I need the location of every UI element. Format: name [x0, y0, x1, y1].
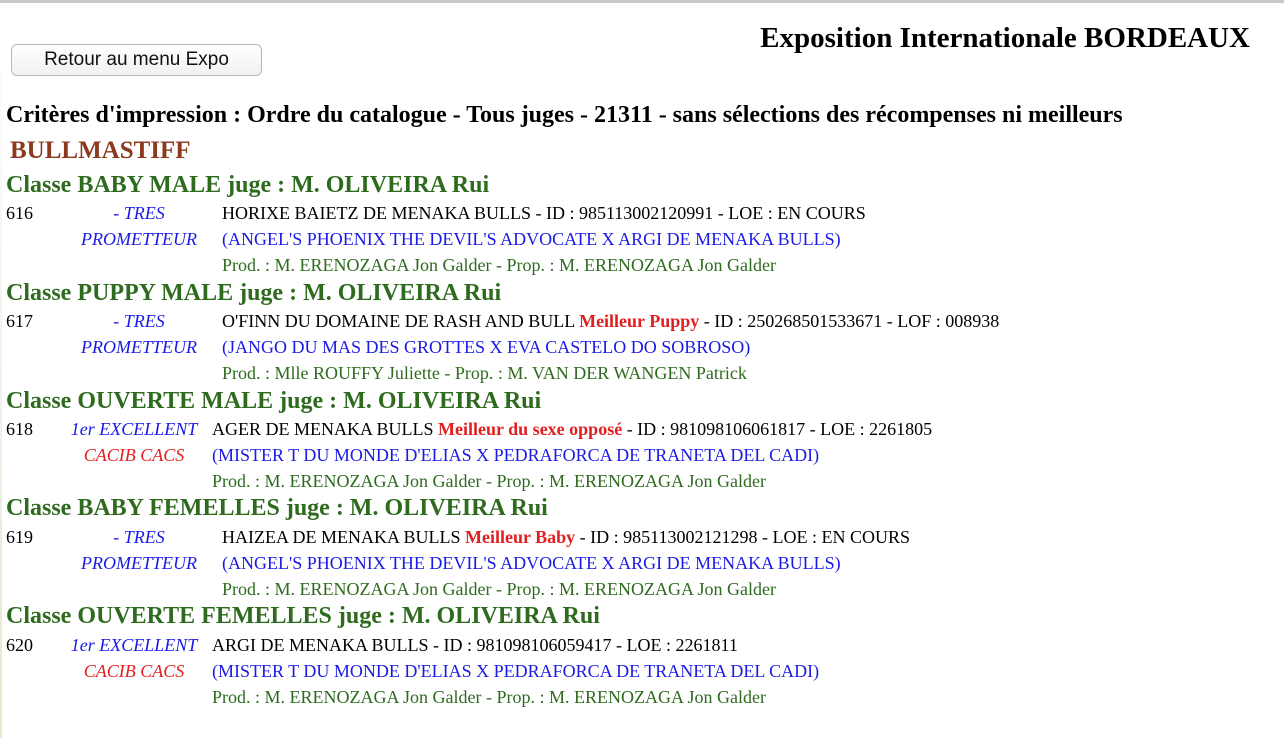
entry-grade: - TRES: [113, 527, 165, 547]
dog-id: - ID : 981098106059417 - LOE : 2261811: [433, 635, 738, 655]
entry-qualification: CACIB CACS: [83, 661, 185, 681]
dog-parents: (MISTER T DU MONDE D'ELIAS X PEDRAFORCA …: [212, 445, 820, 465]
breed-title: BULLMASTIFF: [10, 137, 191, 164]
print-criteria: Critères d'impression : Ordre du catalog…: [6, 102, 1123, 128]
page-title: Exposition Internationale BORDEAUX: [760, 22, 1250, 54]
dog-parents: (ANGEL'S PHOENIX THE DEVIL'S ADVOCATE X …: [222, 553, 841, 573]
entry-dog-line: HAIZEA DE MENAKA BULLS Meilleur Baby - I…: [222, 527, 910, 547]
award-label: Meilleur Puppy: [579, 311, 700, 331]
window-top-border: [0, 0, 1284, 3]
dog-id: - ID : 250268501533671 - LOF : 008938: [699, 311, 1000, 331]
entry-dog-line: HORIXE BAIETZ DE MENAKA BULLS - ID : 985…: [222, 203, 866, 223]
producer-owner: Prod. : M. ERENOZAGA Jon Galder - Prop. …: [222, 579, 776, 599]
dog-name: HAIZEA DE MENAKA BULLS: [222, 527, 465, 547]
producer-owner: Prod. : M. ERENOZAGA Jon Galder - Prop. …: [222, 255, 776, 275]
catalog-entry: 617 - TRES PROMETTEUR O'FINN DU DOMAINE …: [0, 308, 1284, 386]
class-title: Classe PUPPY MALE juge : M. OLIVEIRA Rui: [6, 280, 502, 306]
producer-owner: Prod. : M. ERENOZAGA Jon Galder - Prop. …: [212, 687, 766, 707]
dog-name: ARGI DE MENAKA BULLS: [212, 635, 434, 655]
dog-name: O'FINN DU DOMAINE DE RASH AND BULL: [222, 311, 580, 331]
entry-grade: - TRES: [113, 203, 165, 223]
entry-qualification: PROMETTEUR: [81, 553, 197, 573]
entry-qualification: CACIB CACS: [83, 445, 185, 465]
dog-parents: (JANGO DU MAS DES GROTTES X EVA CASTELO …: [222, 337, 751, 357]
catalog-entry: 618 1er EXCELLENT CACIB CACS AGER DE MEN…: [0, 416, 1284, 494]
award-label: Meilleur du sexe opposé: [438, 419, 623, 439]
class-title: Classe BABY FEMELLES juge : M. OLIVEIRA …: [6, 495, 548, 521]
class-title: Classe BABY MALE juge : M. OLIVEIRA Rui: [6, 172, 490, 198]
dog-name: AGER DE MENAKA BULLS: [212, 419, 434, 439]
entry-dog-line: O'FINN DU DOMAINE DE RASH AND BULL Meill…: [222, 311, 999, 331]
dog-parents: (MISTER T DU MONDE D'ELIAS X PEDRAFORCA …: [212, 661, 820, 681]
entry-grade: 1er EXCELLENT: [70, 419, 198, 439]
catalog-entry: 619 - TRES PROMETTEUR HAIZEA DE MENAKA B…: [0, 524, 1284, 602]
producer-owner: Prod. : Mlle ROUFFY Juliette - Prop. : M…: [222, 363, 747, 383]
entry-number: 618: [6, 419, 33, 439]
back-to-menu-button[interactable]: Retour au menu Expo: [11, 44, 262, 76]
entry-number: 616: [6, 203, 33, 223]
catalog-entry: 620 1er EXCELLENT CACIB CACS ARGI DE MEN…: [0, 632, 1284, 710]
dog-id: - ID : 981098106061817 - LOE : 2261805: [622, 419, 933, 439]
catalog-entry: 616 - TRES PROMETTEUR HORIXE BAIETZ DE M…: [0, 200, 1284, 278]
entry-dog-line: AGER DE MENAKA BULLS Meilleur du sexe op…: [212, 419, 932, 439]
entry-grade: 1er EXCELLENT: [70, 635, 198, 655]
class-title: Classe OUVERTE MALE juge : M. OLIVEIRA R…: [6, 388, 542, 414]
entry-grade: - TRES: [113, 311, 165, 331]
entry-number: 620: [6, 635, 33, 655]
entry-number: 619: [6, 527, 33, 547]
award-label: Meilleur Baby: [465, 527, 576, 547]
entry-dog-line: ARGI DE MENAKA BULLS - ID : 981098106059…: [212, 635, 738, 655]
class-title: Classe OUVERTE FEMELLES juge : M. OLIVEI…: [6, 603, 600, 629]
dog-id: - ID : 985113002121298 - LOE : EN COURS: [575, 527, 910, 547]
entry-qualification: PROMETTEUR: [81, 229, 197, 249]
dog-id: - ID : 985113002120991 - LOE : EN COURS: [535, 203, 866, 223]
entry-qualification: PROMETTEUR: [81, 337, 197, 357]
producer-owner: Prod. : M. ERENOZAGA Jon Galder - Prop. …: [212, 471, 766, 491]
dog-name: HORIXE BAIETZ DE MENAKA BULLS: [222, 203, 536, 223]
dog-parents: (ANGEL'S PHOENIX THE DEVIL'S ADVOCATE X …: [222, 229, 841, 249]
entry-number: 617: [6, 311, 33, 331]
